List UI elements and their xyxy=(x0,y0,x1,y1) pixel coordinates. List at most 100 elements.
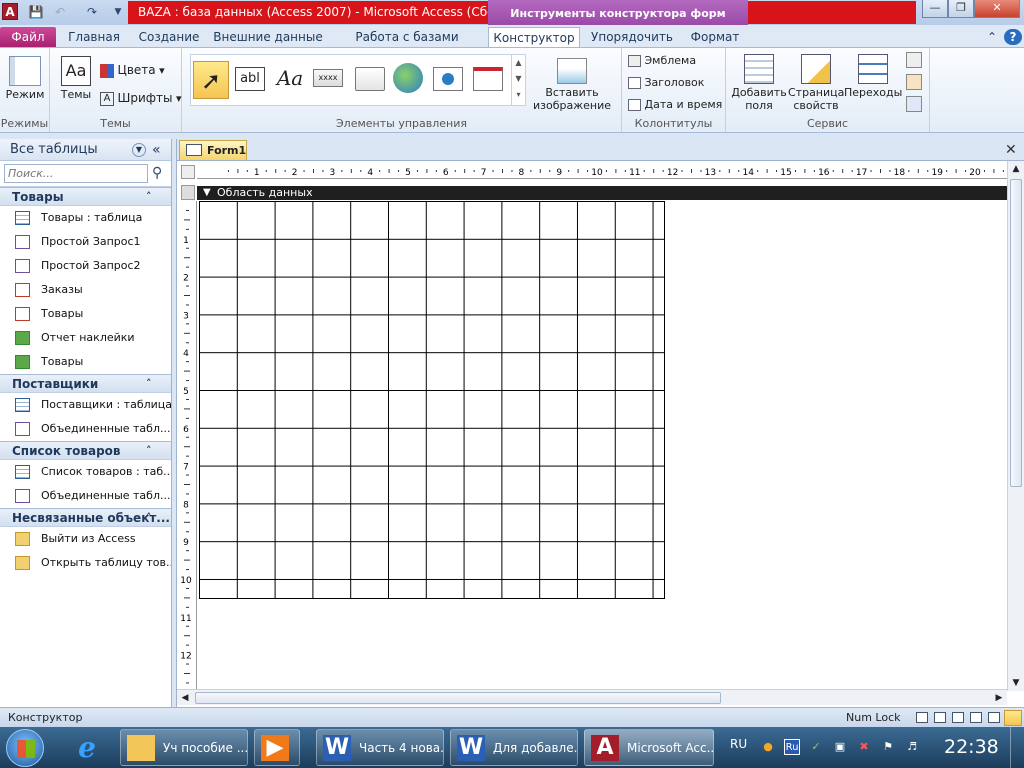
tab-control-icon[interactable] xyxy=(355,67,385,91)
scroll-left-icon[interactable]: ◀ xyxy=(177,690,193,706)
tab-database-tools[interactable]: Работа с базами данных xyxy=(332,27,482,64)
start-button[interactable] xyxy=(6,729,44,767)
tab-external-data[interactable]: Внешние данные xyxy=(212,27,324,47)
clock[interactable]: 22:38 xyxy=(944,736,999,758)
nav-group-header[interactable]: Товары ˄ xyxy=(0,187,171,206)
form-selector[interactable] xyxy=(181,165,195,179)
update-tray-icon[interactable]: ● xyxy=(760,739,776,755)
scroll-right-icon[interactable]: ▶ xyxy=(991,690,1007,706)
datasheet-view-status-icon[interactable] xyxy=(934,712,946,723)
redo-icon[interactable]: ↷ xyxy=(84,4,100,20)
save-icon[interactable]: 💾 xyxy=(28,4,44,20)
nav-item[interactable]: Объединенные табл... xyxy=(0,484,171,508)
tab-file[interactable]: Файл xyxy=(0,27,56,47)
nav-menu-dropdown-icon[interactable]: ▼ xyxy=(132,143,146,157)
collapse-group-icon[interactable]: ˄ xyxy=(146,509,152,527)
tab-format[interactable]: Формат xyxy=(684,27,746,47)
taskbar-button[interactable]: Уч пособие ... xyxy=(120,729,248,766)
tab-create[interactable]: Создание xyxy=(134,27,204,47)
taskbar-button[interactable]: W Часть 4 нова... xyxy=(316,729,444,766)
colors-button[interactable]: Цвета ▾ xyxy=(100,60,165,80)
minimize-button[interactable]: — xyxy=(922,0,948,18)
fonts-button[interactable]: A Шрифты ▾ xyxy=(100,88,182,108)
network-tray-icon[interactable]: ✖ xyxy=(856,739,872,755)
tab-design[interactable]: Конструктор xyxy=(488,27,580,48)
nav-item[interactable]: Выйти из Access xyxy=(0,527,171,551)
property-sheet-button[interactable]: Страница свойств xyxy=(788,52,844,112)
nav-item[interactable]: Товары xyxy=(0,350,171,374)
subform-icon[interactable] xyxy=(906,52,922,68)
form-view-status-icon[interactable] xyxy=(916,712,928,723)
section-selector[interactable] xyxy=(181,185,195,200)
search-icon[interactable]: ⚲ xyxy=(152,165,162,181)
collapse-group-icon[interactable]: ˄ xyxy=(146,188,152,206)
nav-pane-header[interactable]: Все таблицы ▼ « xyxy=(0,139,171,161)
detail-section-bar[interactable]: ▼ Область данных xyxy=(197,186,1007,200)
tab-arrange[interactable]: Упорядочить xyxy=(586,27,678,47)
restore-button[interactable]: ❐ xyxy=(948,0,974,18)
show-desktop-button[interactable] xyxy=(1010,727,1024,768)
tab-home[interactable]: Главная xyxy=(62,27,126,47)
document-tab-form1[interactable]: Form1 xyxy=(179,140,247,160)
close-button[interactable]: ✕ xyxy=(974,0,1020,18)
button-control-icon[interactable]: xxxx xyxy=(313,69,343,87)
gallery-scroll-icon[interactable]: ▲ ▼ ▾ xyxy=(511,55,525,105)
web-browser-control-icon[interactable] xyxy=(433,67,463,91)
close-document-icon[interactable]: ✕ xyxy=(1005,142,1017,158)
scroll-down-icon[interactable]: ▼ xyxy=(1008,675,1024,691)
insert-image-button[interactable]: Вставить изображение xyxy=(526,52,618,112)
design-view-status-icon[interactable] xyxy=(1004,710,1022,726)
horizontal-scroll-thumb[interactable] xyxy=(195,692,721,704)
nav-item[interactable]: Поставщики : таблица xyxy=(0,393,171,417)
lang-tray-icon[interactable]: Ru xyxy=(784,739,800,755)
navigation-control-icon[interactable] xyxy=(473,67,503,91)
convert-macros-icon[interactable] xyxy=(906,96,922,112)
add-fields-button[interactable]: Добавить поля xyxy=(728,52,790,112)
nav-item[interactable]: Объединенные табл... xyxy=(0,417,171,441)
pivot-view-status-icon[interactable] xyxy=(970,712,982,723)
form-design-grid[interactable] xyxy=(199,201,665,599)
help-icon[interactable]: ? xyxy=(1004,29,1022,45)
textbox-control-icon[interactable]: abl xyxy=(235,67,265,91)
nav-item[interactable]: Товары : таблица xyxy=(0,206,171,230)
collapse-nav-icon[interactable]: « xyxy=(152,139,161,161)
language-indicator[interactable]: RU xyxy=(730,737,747,751)
access-app-icon[interactable]: A xyxy=(2,3,18,20)
nav-item[interactable]: Список товаров : таб... xyxy=(0,460,171,484)
nav-item[interactable]: Заказы xyxy=(0,278,171,302)
collapse-group-icon[interactable]: ˄ xyxy=(146,442,152,460)
nav-item[interactable]: Товары xyxy=(0,302,171,326)
nav-group-header[interactable]: Список товаров ˄ xyxy=(0,441,171,460)
customize-qat-icon[interactable]: ▼ xyxy=(110,4,126,20)
tab-order-button[interactable]: Переходы xyxy=(844,52,902,99)
ie-taskbar-icon[interactable]: e xyxy=(70,731,104,765)
label-control-icon[interactable]: Aa xyxy=(275,63,305,93)
view-button[interactable]: Режим xyxy=(3,52,47,101)
taskbar-button[interactable]: W Для добавле... xyxy=(450,729,578,766)
nav-item[interactable]: Открыть таблицу тов... xyxy=(0,551,171,575)
nav-group-header[interactable]: Поставщики ˄ xyxy=(0,374,171,393)
security-tray-icon[interactable]: ✓ xyxy=(808,739,824,755)
taskbar-button[interactable]: A Microsoft Acc... xyxy=(584,729,714,766)
minimize-ribbon-icon[interactable]: ⌃ xyxy=(984,27,1000,47)
hyperlink-control-icon[interactable] xyxy=(393,63,423,93)
action-center-tray-icon[interactable]: ⚑ xyxy=(880,739,896,755)
taskbar-button[interactable]: ▶ xyxy=(254,729,300,766)
vertical-scrollbar[interactable]: ▲ ▼ xyxy=(1007,161,1024,691)
scroll-up-icon[interactable]: ▲ xyxy=(1008,161,1024,177)
devices-tray-icon[interactable]: ▣ xyxy=(832,739,848,755)
themes-button[interactable]: Aa Темы xyxy=(56,52,96,101)
select-pointer-icon[interactable]: ➚ xyxy=(193,61,229,99)
nav-item[interactable]: Простой Запрос2 xyxy=(0,254,171,278)
undo-icon[interactable]: ↶ xyxy=(52,4,68,20)
volume-tray-icon[interactable]: ♬ xyxy=(904,739,920,755)
logo-button[interactable]: Эмблема xyxy=(628,51,696,71)
chart-view-status-icon[interactable] xyxy=(988,712,1000,723)
nav-group-header[interactable]: Несвязанные объект... ˄ xyxy=(0,508,171,527)
view-code-icon[interactable] xyxy=(906,74,922,90)
nav-item[interactable]: Простой Запрос1 xyxy=(0,230,171,254)
horizontal-scrollbar[interactable]: ◀ ▶ xyxy=(177,689,1007,705)
date-time-button[interactable]: Дата и время xyxy=(628,95,722,115)
collapse-group-icon[interactable]: ˄ xyxy=(146,375,152,393)
title-button[interactable]: Заголовок xyxy=(628,73,704,93)
